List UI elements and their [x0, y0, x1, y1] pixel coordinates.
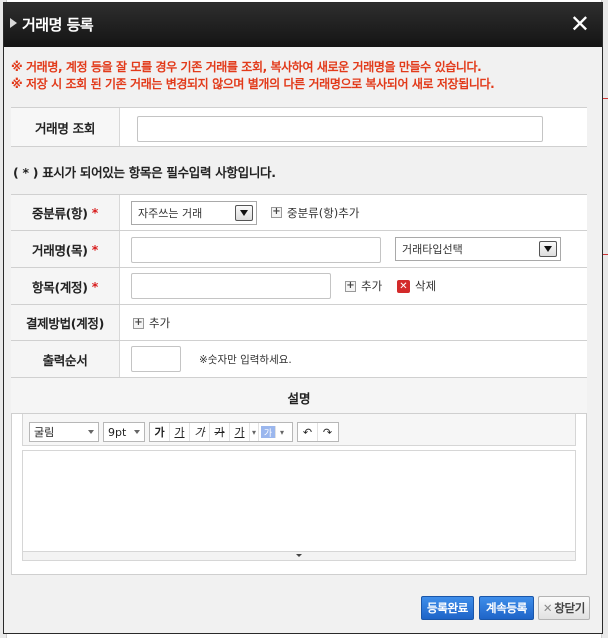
font-color-dropdown[interactable]: ▾	[250, 423, 259, 441]
order-label: 출력순서	[11, 341, 120, 377]
required-note: ( * ) 표시가 되어있는 항목은 필수입력 사항입니다.	[13, 165, 276, 180]
chevron-down-icon	[235, 205, 253, 221]
title-bar: 거래명 등록 ✕	[4, 3, 602, 47]
category-label: 중분류(항) *	[11, 195, 120, 230]
strikethrough-button[interactable]: 가	[210, 423, 230, 441]
description-textarea[interactable]	[22, 450, 576, 552]
bold-button[interactable]: 가	[150, 423, 170, 441]
font-select[interactable]: 굴림	[29, 422, 99, 442]
add-icon[interactable]: +	[133, 318, 144, 329]
trade-name-label: 거래명(목) *	[11, 231, 120, 267]
description-editor: 굴림 9pt 가 가 가 가 가 ▾ 가 ▾ ↶ ↷	[11, 413, 587, 575]
undo-icon[interactable]: ↶	[298, 423, 318, 441]
notice-line-1: ※ 거래명, 계정 등을 잘 모를 경우 기존 거래를 조회, 복사하여 새로운…	[11, 60, 482, 74]
item-input[interactable]	[131, 273, 331, 299]
editor-toolbar: 굴림 9pt 가 가 가 가 가 ▾ 가 ▾ ↶ ↷	[22, 414, 576, 446]
chevron-down-icon	[539, 241, 557, 257]
highlight-dropdown[interactable]: ▾	[278, 423, 286, 441]
submit-button[interactable]: 등록완료	[421, 596, 474, 620]
payment-label: 결제방법(계정)	[11, 305, 120, 340]
title-arrow-icon	[10, 18, 17, 28]
item-label: 항목(계정) *	[11, 268, 120, 304]
delete-icon[interactable]: ✕	[397, 280, 410, 293]
item-delete-link[interactable]: 삭제	[415, 278, 436, 294]
add-icon[interactable]: +	[345, 281, 356, 292]
close-icon[interactable]: ✕	[570, 10, 590, 38]
description-row: 설명	[11, 377, 587, 413]
font-size-select[interactable]: 9pt	[103, 422, 145, 442]
underline-button[interactable]: 가	[170, 423, 190, 441]
caret-down-icon	[88, 430, 94, 434]
order-row: 출력순서 ※숫자만 입력하세요.	[11, 340, 587, 377]
lookup-input[interactable]	[137, 116, 543, 142]
trade-type-select[interactable]: 거래타입선택	[395, 237, 561, 261]
description-label: 설명	[287, 391, 311, 406]
highlight-button[interactable]: 가	[261, 426, 276, 439]
trade-name-input[interactable]	[131, 237, 381, 263]
payment-row: 결제방법(계정) + 추가	[11, 304, 587, 340]
order-input[interactable]	[131, 346, 181, 372]
editor-resize-handle[interactable]	[22, 551, 576, 561]
dialog-title: 거래명 등록	[22, 16, 94, 34]
payment-add-link[interactable]: 추가	[149, 315, 170, 331]
trade-name-row: 거래명(목) * 거래타입선택	[11, 230, 587, 267]
lookup-label: 거래명 조회	[11, 108, 120, 146]
notice-text: ※ 거래명, 계정 등을 잘 모를 경우 기존 거래를 조회, 복사하여 새로운…	[11, 59, 495, 93]
font-color-button[interactable]: 가	[230, 423, 250, 441]
item-row: 항목(계정) * + 추가 ✕ 삭제	[11, 267, 587, 304]
lookup-row: 거래명 조회	[11, 107, 587, 147]
item-add-link[interactable]: 추가	[361, 278, 382, 294]
italic-button[interactable]: 가	[190, 423, 210, 441]
category-row: 중분류(항) * 자주쓰는 거래 + 중분류(항)추가	[11, 194, 587, 230]
notice-line-2: ※ 저장 시 조회 된 기존 거래는 변경되지 않으며 별개의 다른 거래명으로…	[11, 77, 495, 91]
format-button-group: 가 가 가 가 가 ▾ 가 ▾	[149, 422, 293, 442]
history-button-group: ↶ ↷	[297, 422, 339, 442]
category-add-link[interactable]: 중분류(항)추가	[287, 205, 359, 221]
redo-icon[interactable]: ↷	[318, 423, 337, 441]
add-icon[interactable]: +	[271, 207, 282, 218]
continue-register-button[interactable]: 계속등록	[479, 596, 534, 620]
order-hint: ※숫자만 입력하세요.	[199, 354, 292, 366]
close-icon: ✕	[542, 601, 553, 615]
category-select[interactable]: 자주쓰는 거래	[131, 201, 257, 225]
required-mark: *	[91, 205, 99, 220]
caret-down-icon	[134, 430, 140, 434]
close-window-button[interactable]: ✕ 창닫기	[538, 596, 590, 620]
